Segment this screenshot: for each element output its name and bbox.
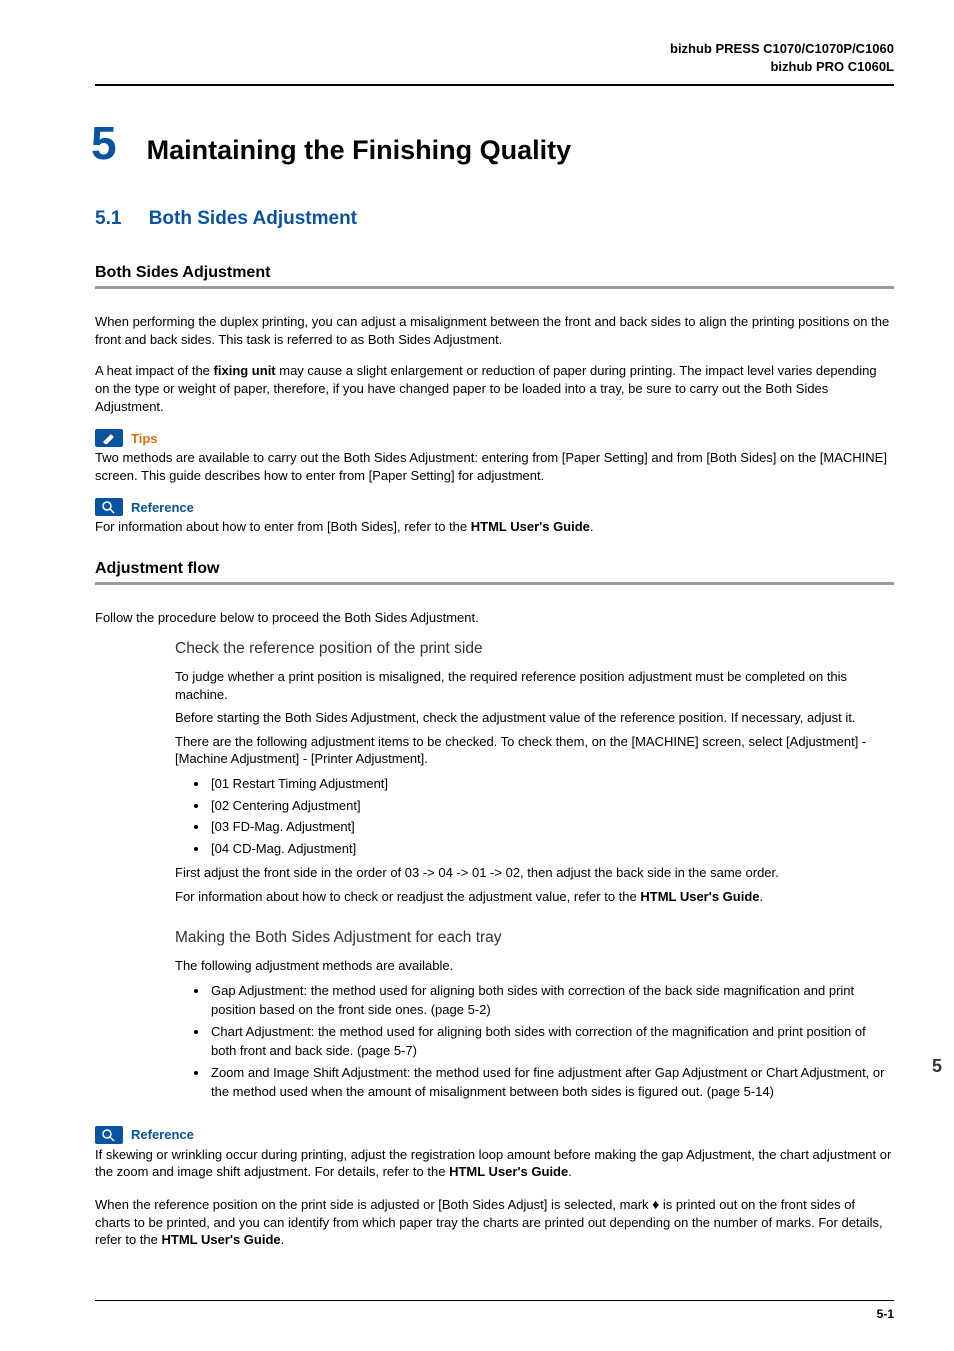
adjustment-methods-list: Gap Adjustment: the method used for alig…: [209, 981, 894, 1102]
step-1-title: Check the reference position of the prin…: [175, 640, 894, 658]
pencil-icon: [95, 429, 123, 447]
reference-label: Reference: [131, 1127, 194, 1142]
reference-label: Reference: [131, 500, 194, 515]
step-body: There are the following adjustment items…: [175, 733, 894, 768]
magnifier-icon: [95, 498, 123, 516]
tips-text: Two methods are available to carry out t…: [95, 449, 894, 484]
tips-label: Tips: [131, 431, 158, 446]
adjustment-items-list: [01 Restart Timing Adjustment] [02 Cente…: [209, 774, 894, 858]
page-footer: 5-1: [95, 1300, 894, 1321]
header-line-2: bizhub PRO C1060L: [95, 58, 894, 76]
reference-callout: Reference: [95, 498, 894, 516]
header-product-lines: bizhub PRESS C1070/C1070P/C1060 bizhub P…: [95, 40, 894, 76]
step-body: Before starting the Both Sides Adjustmen…: [175, 709, 894, 727]
tips-callout: Tips: [95, 429, 894, 447]
step-2-block: Making the Both Sides Adjustment for eac…: [175, 929, 894, 1102]
term-fixing-unit: fixing unit: [214, 363, 276, 378]
link-html-user-guide[interactable]: HTML User's Guide: [161, 1232, 280, 1247]
reference-text: For information about how to enter from …: [95, 518, 894, 536]
page-content: bizhub PRESS C1070/C1070P/C1060 bizhub P…: [0, 0, 954, 1293]
footer-rule: [95, 1300, 894, 1301]
link-html-user-guide[interactable]: HTML User's Guide: [449, 1164, 568, 1179]
subheading-adjustment-flow: Adjustment flow: [95, 560, 894, 578]
subheading-rule-2: [95, 582, 894, 585]
link-html-user-guide[interactable]: HTML User's Guide: [640, 889, 759, 904]
reference-text: When the reference position on the print…: [95, 1195, 894, 1249]
subheading-rule-1: [95, 286, 894, 289]
subheading-both-sides: Both Sides Adjustment: [95, 264, 894, 282]
list-item: [03 FD-Mag. Adjustment]: [209, 817, 894, 837]
body-paragraph: A heat impact of the fixing unit may cau…: [95, 362, 894, 415]
flow-intro: Follow the procedure below to proceed th…: [95, 609, 894, 627]
list-item: Gap Adjustment: the method used for alig…: [209, 981, 894, 1020]
chapter-number: 5: [91, 116, 117, 170]
step-body: For information about how to check or re…: [175, 888, 894, 906]
list-item: Chart Adjustment: the method used for al…: [209, 1022, 894, 1061]
link-html-user-guide[interactable]: HTML User's Guide: [471, 519, 590, 534]
step-2-title: Making the Both Sides Adjustment for eac…: [175, 929, 894, 947]
list-item: [04 CD-Mag. Adjustment]: [209, 839, 894, 859]
section-heading: 5.1 Both Sides Adjustment: [95, 208, 894, 230]
chapter-title: Maintaining the Finishing Quality: [147, 135, 572, 166]
magnifier-icon: [95, 1126, 123, 1144]
list-item: [02 Centering Adjustment]: [209, 796, 894, 816]
page-number: 5-1: [95, 1307, 894, 1321]
body-paragraph: When performing the duplex printing, you…: [95, 313, 894, 348]
header-rule: [95, 84, 894, 86]
list-item: [01 Restart Timing Adjustment]: [209, 774, 894, 794]
chapter-side-tab: 5: [920, 1050, 954, 1082]
step-body: The following adjustment methods are ava…: [175, 957, 894, 975]
step-body: To judge whether a print position is mis…: [175, 668, 894, 703]
header-line-1: bizhub PRESS C1070/C1070P/C1060: [95, 40, 894, 58]
list-item: Zoom and Image Shift Adjustment: the met…: [209, 1063, 894, 1102]
section-number: 5.1: [95, 208, 121, 229]
step-body: First adjust the front side in the order…: [175, 864, 894, 882]
step-1-block: Check the reference position of the prin…: [175, 640, 894, 905]
chapter-heading: 5 Maintaining the Finishing Quality: [91, 116, 894, 170]
section-title: Both Sides Adjustment: [149, 208, 357, 229]
reference-callout-2: Reference: [95, 1126, 894, 1144]
reference-text: If skewing or wrinkling occur during pri…: [95, 1146, 894, 1181]
